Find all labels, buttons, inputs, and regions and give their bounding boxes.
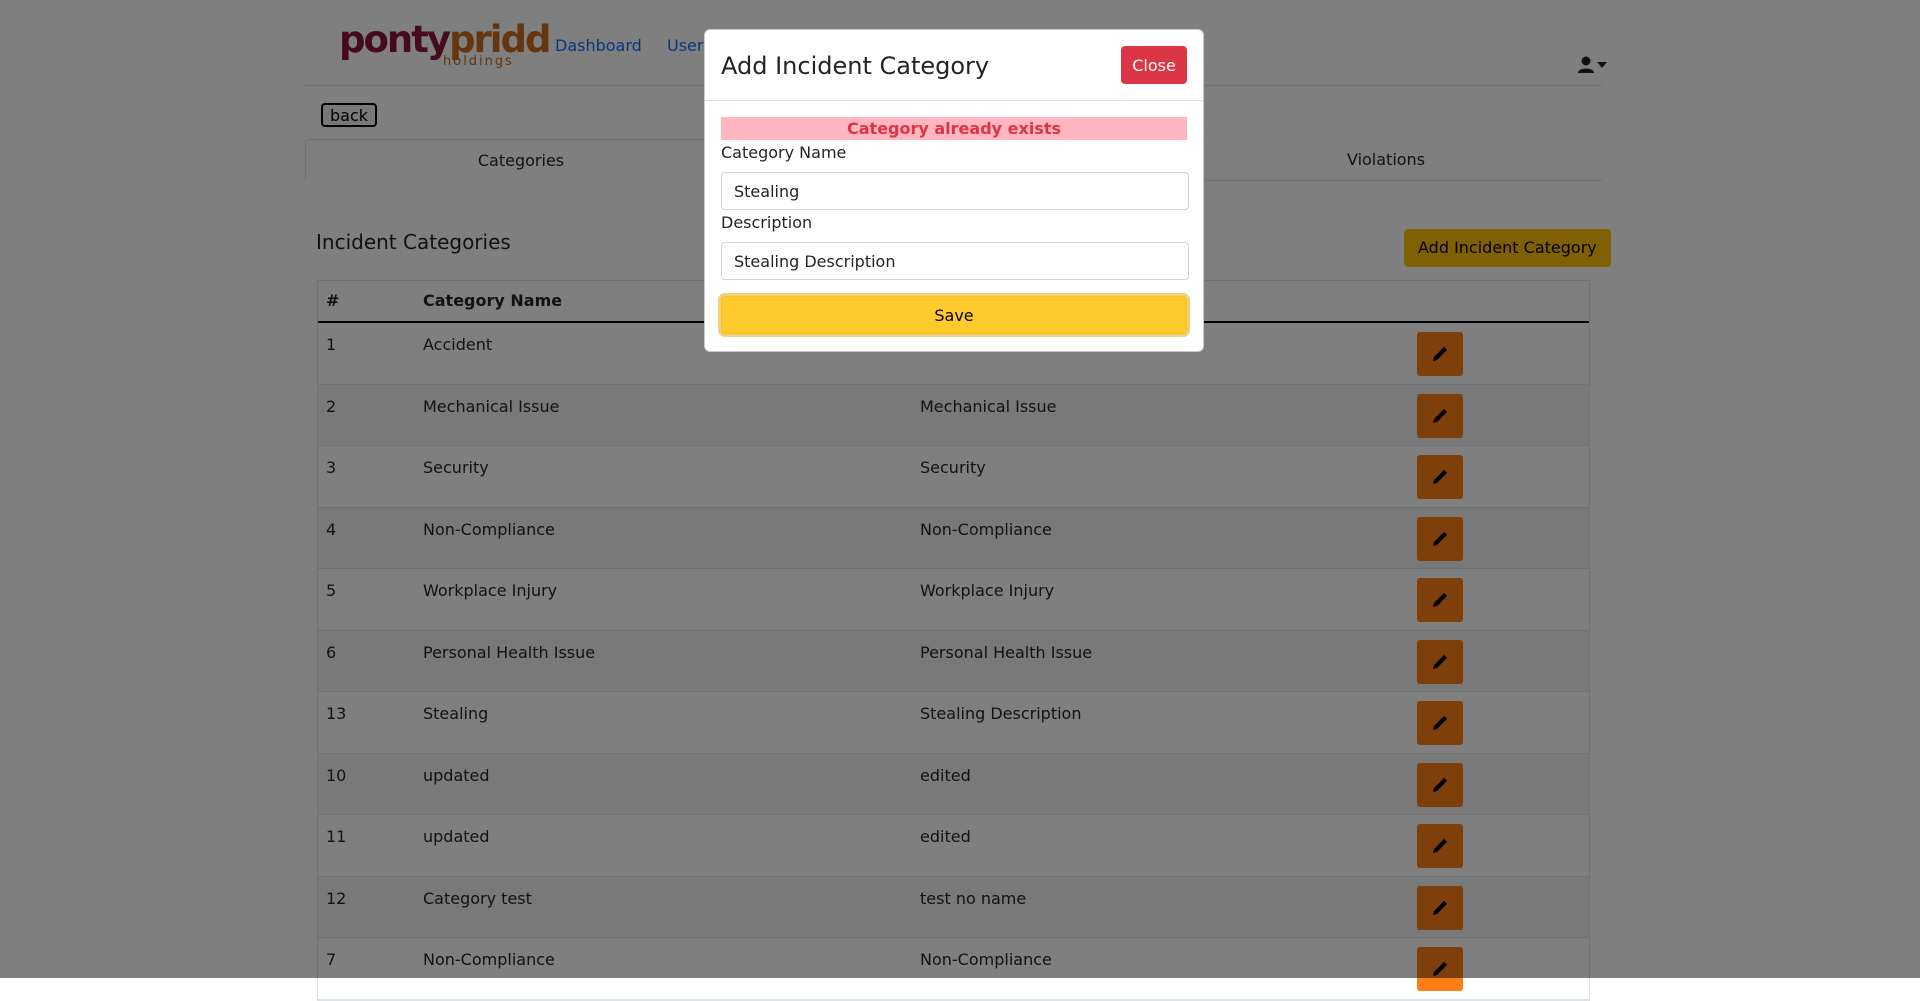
save-button[interactable]: Save bbox=[721, 296, 1187, 334]
close-button[interactable]: Close bbox=[1121, 46, 1187, 84]
category-name-label: Category Name bbox=[721, 143, 847, 162]
description-label: Description bbox=[721, 213, 813, 232]
page: pontypridd holdings Dashboard Users back… bbox=[0, 0, 1920, 1001]
category-name-input[interactable] bbox=[721, 172, 1189, 210]
modal-title: Add Incident Category bbox=[721, 52, 990, 80]
modal-header: Add Incident Category Close bbox=[705, 30, 1203, 101]
add-incident-category-modal: Add Incident Category Close Category alr… bbox=[704, 29, 1204, 352]
description-input[interactable] bbox=[721, 242, 1189, 280]
error-alert: Category already exists bbox=[721, 117, 1187, 140]
